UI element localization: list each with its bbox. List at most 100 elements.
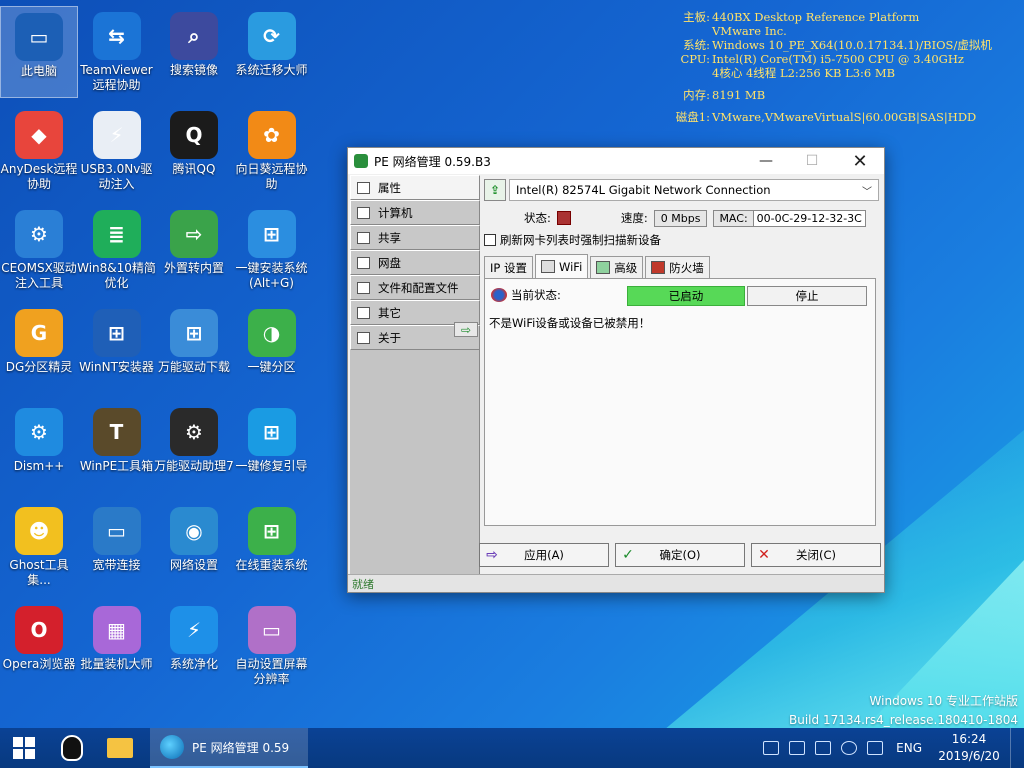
mb-vendor: VMware Inc. (712, 24, 787, 38)
desktop-icon[interactable]: ⚡ 系统净化 (155, 600, 233, 692)
network-icon[interactable] (789, 741, 806, 755)
taskbar-active-app[interactable]: PE 网络管理 0.59 (150, 728, 308, 768)
desktop-icon[interactable]: ▭ 此电脑 (0, 6, 78, 98)
desktop-icon-label: AnyDesk远程协助 (0, 162, 78, 191)
desktop-icon[interactable]: ✿ 向日葵远程协助 (233, 105, 311, 197)
stop-button[interactable]: 停止 (747, 286, 867, 306)
desktop-icon-label: CEOMSX驱动注入工具 (1, 261, 77, 290)
app-icon: O (15, 606, 63, 654)
desktop-icon[interactable]: ▭ 宽带连接 (78, 501, 156, 593)
desktop-icon[interactable]: ⊞ 一键安装系统(Alt+G) (233, 204, 311, 296)
desktop-icon-label: WinPE工具箱 (79, 459, 154, 473)
desktop-icon[interactable]: ◉ 网络设置 (155, 501, 233, 593)
tab-icon (651, 261, 666, 274)
system-info-overlay: 主板: 440BX Desktop Reference Platform VMwa… (662, 10, 992, 124)
desktop-icon[interactable]: ☻ Ghost工具集... (0, 501, 78, 593)
window-title: PE 网络管理 0.59.B3 (374, 154, 491, 169)
desktop-icon[interactable]: ⚡ USB3.0Nv驱动注入 (78, 105, 156, 197)
force-scan-checkbox[interactable] (484, 234, 496, 246)
close-icon: ✕ (758, 547, 770, 563)
maximize-button[interactable]: ☐ (790, 148, 834, 174)
sidebar-item[interactable]: 共享 (350, 225, 480, 250)
disk-key: 磁盘1: (675, 110, 710, 124)
desktop-icon[interactable]: ◑ 一键分区 (233, 303, 311, 395)
info-icon[interactable] (841, 741, 858, 755)
desktop-icon[interactable]: O Opera浏览器 (0, 600, 78, 692)
tray-wps-icon[interactable] (815, 741, 832, 755)
sidebar-item[interactable]: 文件和配置文件 (350, 275, 480, 300)
app-icon: ▦ (92, 606, 141, 654)
mac-box: MAC: 00-0C-29-12-32-3C (713, 209, 866, 227)
desktop-icon[interactable]: G DG分区精灵 (0, 303, 78, 395)
disk-value: VMware,VMwareVirtualS|60.00GB|SAS|HDD (712, 110, 977, 124)
taskbar-app-label: PE 网络管理 0.59 (192, 740, 290, 755)
sidebar-item-label: 关于 (378, 330, 401, 345)
app-icon: ⚡ (170, 606, 218, 654)
tab-bar: IP 设置 WiFi 高级 防火墙 (484, 254, 880, 278)
desktop-icon[interactable]: ▭ 自动设置屏幕分辨率 (233, 600, 311, 692)
dialog-buttons: ⇨ 应用(A) ✓ 确定(O) ✕ 关闭(C) (479, 543, 887, 567)
mb-key: 主板: (683, 10, 710, 24)
desktop-icon[interactable]: ⊞ WinNT安装器 (78, 303, 156, 395)
taskbar-qq-button[interactable] (48, 728, 96, 768)
desktop-icon-label: 一键分区 (247, 360, 296, 374)
window-status-bar: 就绪 (348, 574, 884, 592)
desktop-icon[interactable]: ⇨ 外置转内置 (155, 204, 233, 296)
tab[interactable]: 防火墙 (645, 256, 710, 278)
tab[interactable]: 高级 (590, 256, 644, 278)
tab[interactable]: IP 设置 (484, 256, 533, 278)
apply-button[interactable]: ⇨ 应用(A) (479, 543, 609, 567)
tab[interactable]: WiFi (534, 254, 589, 278)
desktop-icon[interactable]: ≣ Win8&10精简优化 (77, 204, 156, 296)
desktop-icon[interactable]: ⊞ 一键修复引导 (233, 402, 311, 494)
cpu-key: CPU: (680, 52, 711, 66)
desktop-icon[interactable]: Q 腾讯QQ (155, 105, 233, 197)
wifi-message: 不是WiFi设备或设备已被禁用！ (489, 316, 651, 330)
mac-value: 00-0C-29-12-32-3C (753, 210, 865, 226)
desktop-icon[interactable]: ⊞ 万能驱动下载 (155, 303, 233, 395)
window-titlebar[interactable]: PE 网络管理 0.59.B3 — ☐ ✕ (348, 148, 884, 174)
mac-label: MAC: (714, 210, 754, 226)
minimize-button[interactable]: — (744, 148, 788, 174)
language-indicator[interactable]: ENG (896, 741, 922, 755)
close-window-button[interactable]: ✕ (838, 148, 882, 174)
desktop-icon-label: 网络设置 (169, 558, 218, 572)
nic-refresh-button[interactable]: ⇪ (484, 179, 506, 201)
start-button[interactable] (0, 728, 48, 768)
tray-app-icon[interactable] (763, 741, 780, 755)
desktop-icon[interactable]: ▦ 批量装机大师 (78, 600, 156, 692)
network-app-icon (354, 154, 368, 168)
desktop-icon[interactable]: ⇆ TeamViewer远程协助 (78, 6, 156, 98)
tab-label: IP 设置 (490, 260, 527, 275)
desktop-icon[interactable]: ◆ AnyDesk远程协助 (0, 105, 78, 197)
sidebar-item[interactable]: 计算机 (350, 200, 480, 225)
sidebar-collapse-button[interactable]: ⇨ (454, 322, 478, 337)
app-icon: ⊞ (247, 408, 296, 456)
desktop-icon-label: DG分区精灵 (5, 360, 73, 374)
desktop-icon-label: Opera浏览器 (2, 657, 76, 671)
sidebar-item-icon (357, 331, 370, 344)
sidebar-item-label: 网盘 (378, 255, 401, 270)
volume-icon[interactable] (867, 741, 884, 755)
sidebar-item[interactable]: 网盘 (350, 250, 480, 275)
desktop-icon[interactable]: ⟳ 系统迁移大师 (233, 6, 311, 98)
taskbar-explorer-button[interactable] (96, 728, 144, 768)
desktop-icon[interactable]: ⚙ 万能驱动助理7 (154, 402, 234, 494)
desktop-icon[interactable]: ⌕ 搜索镜像 (155, 6, 233, 98)
sidebar-item-icon (357, 206, 370, 219)
app-icon: ▭ (15, 13, 63, 61)
gear-icon (491, 288, 507, 302)
show-desktop-button[interactable] (1010, 728, 1024, 768)
app-icon: ◑ (247, 309, 296, 357)
desktop-icon[interactable]: ⚙ Dism++ (0, 402, 78, 494)
close-button[interactable]: ✕ 关闭(C) (751, 543, 881, 567)
desktop-icon[interactable]: ⚙ CEOMSX驱动注入工具 (0, 204, 78, 296)
clock-time: 16:24 (951, 732, 987, 746)
clock[interactable]: 16:24 2019/6/20 (934, 731, 1004, 765)
desktop-icon[interactable]: T WinPE工具箱 (78, 402, 156, 494)
sidebar-item[interactable]: 属性 (350, 175, 480, 200)
sys-value: Windows 10_PE_X64(10.0.17134.1)/BIOS/虚拟机 (712, 38, 992, 52)
ok-button[interactable]: ✓ 确定(O) (615, 543, 745, 567)
nic-select[interactable]: Intel(R) 82574L Gigabit Network Connecti… (509, 179, 879, 201)
desktop-icon[interactable]: ⊞ 在线重装系统 (233, 501, 311, 593)
